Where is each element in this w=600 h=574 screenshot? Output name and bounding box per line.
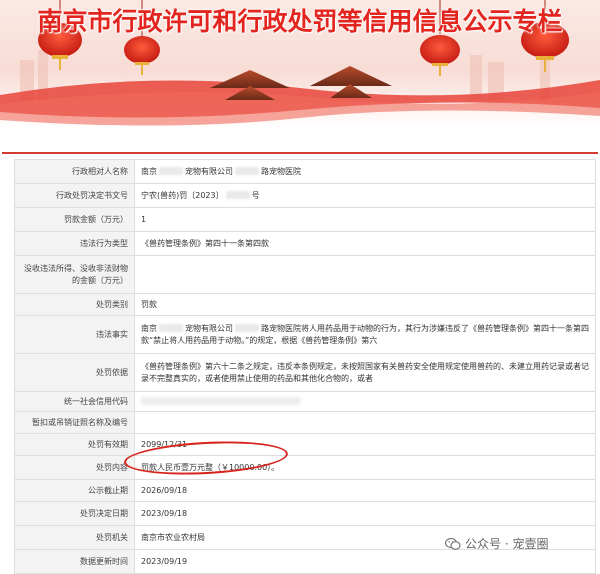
redacted-text — [141, 397, 301, 405]
row-value — [134, 255, 596, 294]
row-value — [134, 391, 596, 412]
table-row: 行政处罚决定书文号 宁农(兽药)罚〔2023〕号 — [14, 183, 596, 208]
row-value: 1 — [134, 207, 596, 232]
row-value: 南京 宠物有限公司 路宠物医院将人用药品用于动物的行为，其行为涉嫌违反了《兽药管理条… — [134, 315, 596, 354]
row-value: 罚款 — [134, 293, 596, 316]
watermark-text: 公众号 · 宠壹圈 — [465, 537, 549, 551]
row-label: 处罚有效期 — [14, 433, 135, 456]
header-divider — [2, 152, 598, 154]
row-label: 违法事实 — [14, 315, 135, 354]
table-row: 行政相对人名称 南京 宠物有限公司 路宠物医院 — [14, 159, 596, 184]
watermark: 公众号 · 宠壹圈 — [445, 535, 548, 552]
row-label: 罚款金额（万元） — [14, 207, 135, 232]
table-row: 处罚有效期 2099/12/31 — [14, 433, 596, 456]
row-label: 处罚类别 — [14, 293, 135, 316]
redacted-text — [235, 324, 259, 332]
row-value: 2099/12/31 — [134, 433, 596, 456]
wechat-icon — [445, 537, 461, 550]
row-label: 处罚内容 — [14, 455, 135, 480]
row-label: 违法行为类型 — [14, 231, 135, 256]
row-label: 处罚依据 — [14, 353, 135, 392]
row-value: 罚款人民币壹万元整（￥10000.00）。 — [134, 455, 596, 480]
row-value: 南京 宠物有限公司 路宠物医院 — [134, 159, 596, 184]
banner-title: 南京市行政许可和行政处罚等信用信息公示专栏 — [37, 7, 563, 36]
table-row: 暂扣或吊销证照名称及编号 — [14, 411, 596, 434]
row-label: 处罚决定日期 — [14, 501, 135, 526]
redacted-text — [159, 324, 183, 332]
redacted-text — [159, 167, 183, 175]
row-value: 宁农(兽药)罚〔2023〕号 — [134, 183, 596, 208]
row-label: 暂扣或吊销证照名称及编号 — [14, 411, 135, 434]
table-row: 处罚决定日期 2023/09/18 — [14, 501, 596, 526]
row-label: 公示截止期 — [14, 479, 135, 502]
row-value: 2023/09/19 — [134, 549, 596, 574]
row-label: 行政相对人名称 — [14, 159, 135, 184]
redacted-text — [225, 191, 250, 199]
table-row: 处罚内容 罚款人民币壹万元整（￥10000.00）。 — [14, 455, 596, 480]
table-row: 处罚依据 《兽药管理条例》第六十二条之规定，违反本条例规定，未按照国家有关兽药安… — [14, 353, 596, 392]
row-label: 处罚机关 — [14, 525, 135, 550]
table-row: 统一社会信用代码 — [14, 391, 596, 412]
header-banner: 南京市行政许可和行政处罚等信用信息公示专栏 — [0, 0, 600, 128]
table-row: 没收违法所得、没收非法财物的金额（万元） — [14, 255, 596, 294]
row-value: 2026/09/18 — [134, 479, 596, 502]
row-label: 统一社会信用代码 — [14, 391, 135, 412]
table-row: 违法事实 南京 宠物有限公司 路宠物医院将人用药品用于动物的行为，其行为涉嫌违反了《… — [14, 315, 596, 354]
row-value: 《兽药管理条例》第四十一条第四款 — [134, 231, 596, 256]
table-row: 处罚类别 罚款 — [14, 293, 596, 316]
row-label: 数据更新时间 — [14, 549, 135, 574]
row-label: 行政处罚决定书文号 — [14, 183, 135, 208]
row-label: 没收违法所得、没收非法财物的金额（万元） — [14, 255, 135, 294]
penalty-info-table: 行政相对人名称 南京 宠物有限公司 路宠物医院 行政处罚决定书文号 宁农(兽药)罚〔… — [14, 159, 596, 574]
table-row: 违法行为类型 《兽药管理条例》第四十一条第四款 — [14, 231, 596, 256]
table-row: 公示截止期 2026/09/18 — [14, 479, 596, 502]
table-row: 数据更新时间 2023/09/19 — [14, 549, 596, 574]
row-value: 《兽药管理条例》第六十二条之规定，违反本条例规定，未按照国家有关兽药安全使用规定… — [134, 353, 596, 392]
redacted-text — [235, 167, 259, 175]
row-value — [134, 411, 596, 434]
row-value: 2023/09/18 — [134, 501, 596, 526]
table-row: 罚款金额（万元） 1 — [14, 207, 596, 232]
